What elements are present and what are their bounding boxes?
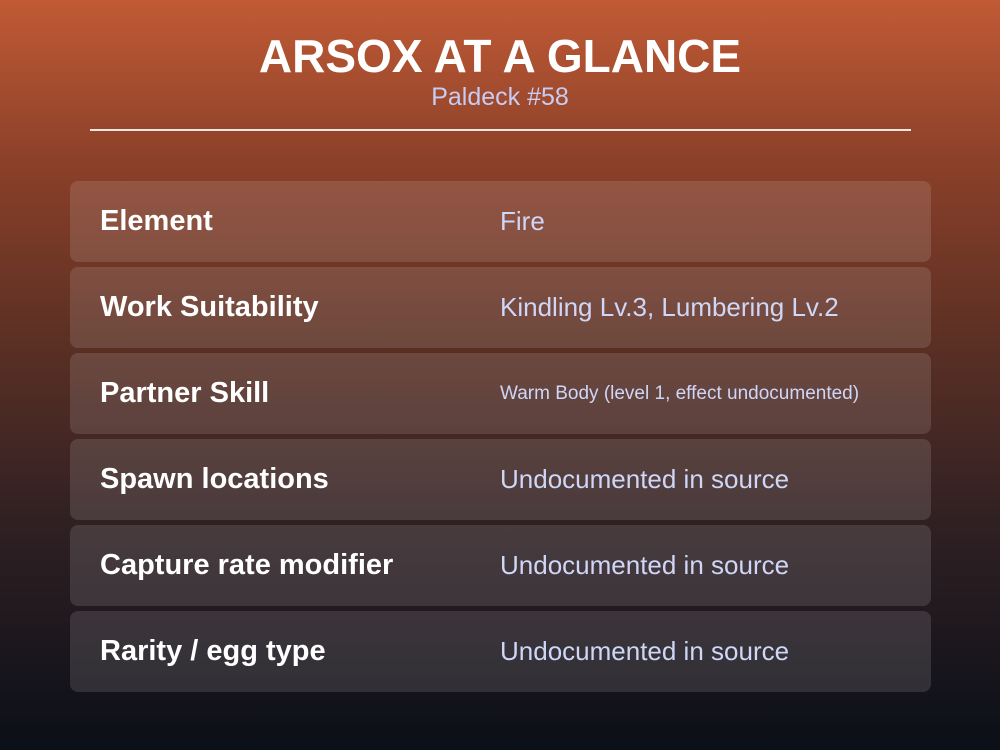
row-label: Capture rate modifier [100, 549, 394, 581]
row-value: Kindling Lv.3, Lumbering Lv.2 [500, 292, 839, 322]
row-label: Rarity / egg type [100, 635, 326, 667]
row-value: Warm Body (level 1, effect undocumented) [500, 383, 860, 404]
info-row-partner-skill: Partner Skill Warm Body (level 1, effect… [70, 353, 931, 434]
page-title: ARSOX AT A GLANCE [258, 30, 742, 82]
info-row-element: Element Fire [70, 181, 931, 262]
row-label: Element [100, 205, 213, 237]
row-value: Undocumented in source [500, 464, 790, 494]
info-row-rarity: Rarity / egg type Undocumented in source [70, 611, 931, 692]
row-label: Work Suitability [100, 291, 319, 323]
row-value: Fire [500, 206, 545, 236]
row-value: Undocumented in source [500, 550, 790, 580]
row-label: Spawn locations [100, 463, 329, 495]
info-table: Element Fire Work Suitability Kindling L… [70, 181, 931, 692]
info-row-work-suitability: Work Suitability Kindling Lv.3, Lumberin… [70, 267, 931, 348]
info-row-spawn-locations: Spawn locations Undocumented in source [70, 439, 931, 520]
row-value: Undocumented in source [500, 636, 790, 666]
page-subtitle: Paldeck #58 [431, 83, 569, 111]
info-row-capture-rate: Capture rate modifier Undocumented in so… [70, 525, 931, 606]
row-label: Partner Skill [100, 377, 270, 409]
header-divider [90, 129, 911, 131]
